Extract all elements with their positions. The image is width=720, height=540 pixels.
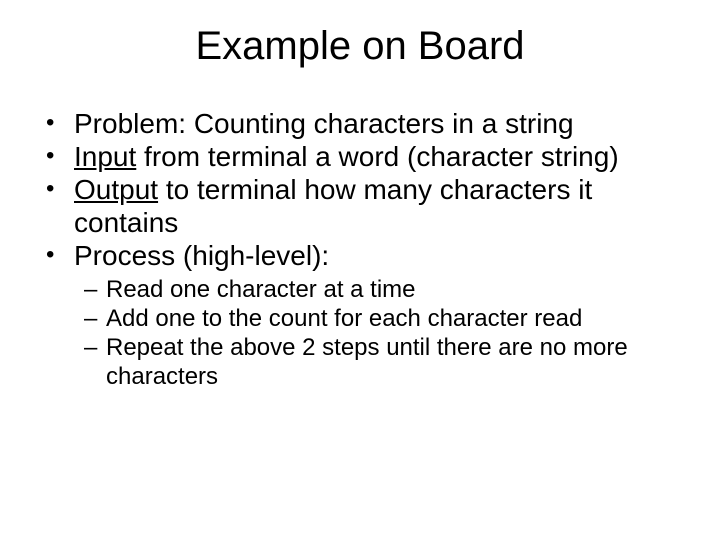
sub-list: Read one character at a time Add one to … — [30, 276, 690, 391]
sub-text: Add one to the count for each character … — [106, 305, 582, 332]
bullet-underlined: Output — [74, 174, 158, 205]
slide: Example on Board Problem: Counting chara… — [0, 0, 720, 540]
sub-text: Repeat the above 2 steps until there are… — [106, 334, 628, 390]
bullet-item: Output to terminal how many characters i… — [46, 173, 690, 239]
bullet-item: Input from terminal a word (character st… — [46, 140, 690, 173]
bullet-text: Problem: Counting characters in a string — [74, 108, 574, 139]
bullet-underlined: Input — [74, 141, 136, 172]
bullet-item: Problem: Counting characters in a string — [46, 107, 690, 140]
sub-item: Read one character at a time — [84, 276, 690, 305]
bullet-text: Process (high-level): — [74, 240, 329, 271]
slide-title: Example on Board — [30, 24, 690, 69]
bullet-list: Problem: Counting characters in a string… — [30, 107, 690, 272]
sub-item: Repeat the above 2 steps until there are… — [84, 334, 690, 392]
bullet-item: Process (high-level): — [46, 239, 690, 272]
sub-item: Add one to the count for each character … — [84, 305, 690, 334]
bullet-text: from terminal a word (character string) — [136, 141, 618, 172]
sub-text: Read one character at a time — [106, 276, 416, 303]
